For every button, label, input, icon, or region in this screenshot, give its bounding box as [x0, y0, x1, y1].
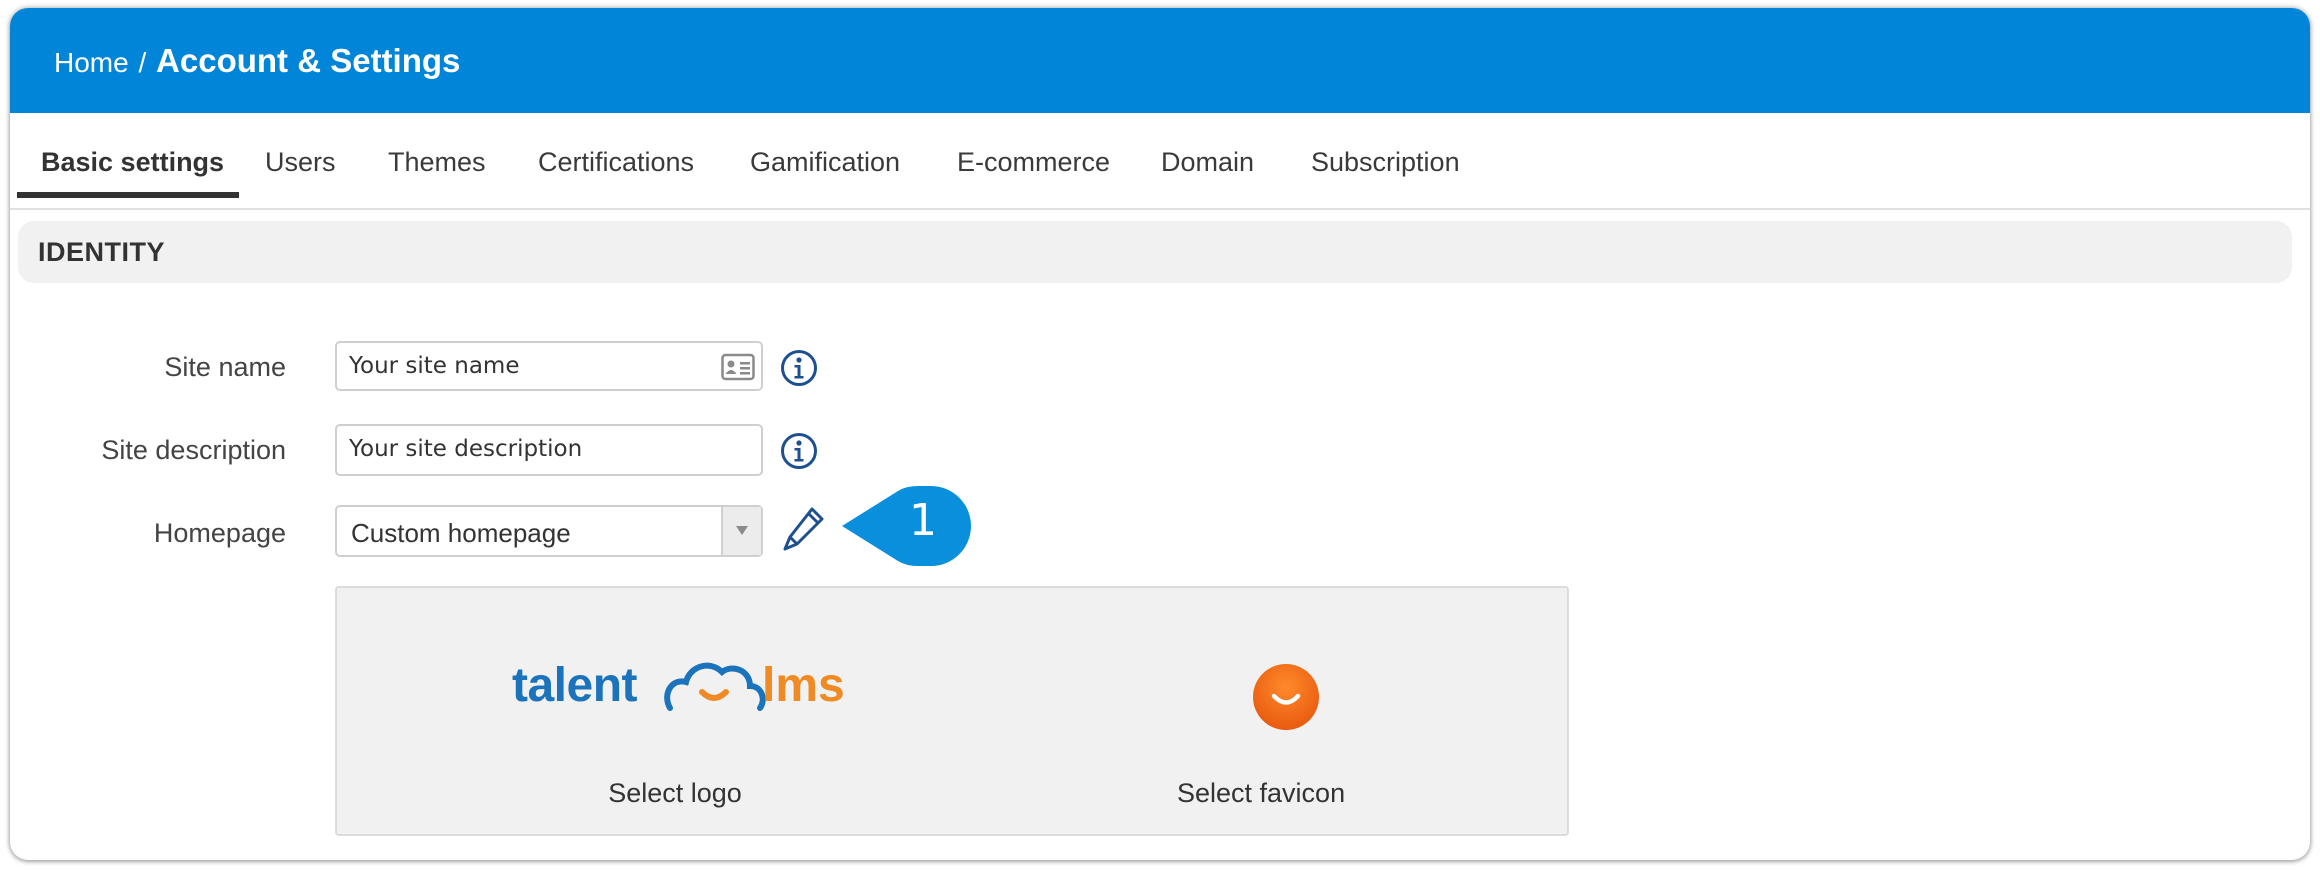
site-name-input[interactable] — [349, 353, 709, 379]
tab-themes[interactable]: Themes — [388, 147, 486, 178]
site-description-input[interactable] — [349, 436, 709, 462]
site-description-field — [335, 424, 763, 476]
section-title: IDENTITY — [38, 237, 166, 267]
tab-certifications[interactable]: Certifications — [538, 147, 694, 178]
tab-subscription[interactable]: Subscription — [1311, 147, 1460, 178]
breadcrumb: Home / Account & Settings — [54, 44, 460, 80]
callout-number: 1 — [909, 495, 937, 546]
homepage-label: Homepage — [153, 518, 286, 548]
pencil-icon[interactable] — [782, 505, 826, 553]
select-logo-button[interactable]: Select logo — [337, 778, 1013, 809]
tab-domain[interactable]: Domain — [1161, 147, 1254, 178]
branding-box: talent lms Select logo Select favicon — [335, 586, 1569, 836]
site-description-info-icon[interactable] — [780, 432, 818, 470]
select-favicon-button[interactable]: Select favicon — [1177, 778, 1777, 809]
breadcrumb-home-link[interactable]: Home — [54, 47, 129, 78]
site-name-field — [335, 341, 763, 391]
settings-panel: Home / Account & Settings Basic settings… — [10, 8, 2310, 860]
breadcrumb-separator: / — [138, 47, 147, 78]
identity-section-header: IDENTITY — [18, 221, 2292, 283]
homepage-selected-value: Custom homepage — [351, 518, 571, 548]
settings-tabs: Basic settings Users Themes Certificatio… — [10, 113, 2310, 210]
page-title: Account & Settings — [156, 42, 461, 79]
logo-text-lms: lms — [762, 659, 845, 712]
site-name-label: Site name — [164, 352, 286, 382]
cloud-smile-icon — [664, 662, 766, 711]
tab-gamification[interactable]: Gamification — [750, 147, 900, 178]
logo-text-talent: talent — [512, 659, 638, 712]
tab-e-commerce[interactable]: E-commerce — [957, 147, 1110, 178]
dropdown-arrow-icon — [736, 526, 748, 535]
tab-users[interactable]: Users — [265, 147, 336, 178]
contact-card-icon — [721, 353, 755, 381]
dropdown-toggle[interactable] — [721, 507, 761, 555]
site-description-label: Site description — [101, 435, 286, 465]
favicon-smile-icon[interactable] — [1251, 662, 1321, 732]
site-name-info-icon[interactable] — [780, 349, 818, 387]
header-bar: Home / Account & Settings — [10, 8, 2310, 113]
active-tab-indicator — [17, 192, 239, 198]
tab-basic-settings[interactable]: Basic settings — [41, 147, 224, 178]
homepage-select[interactable]: Custom homepage — [335, 505, 763, 557]
